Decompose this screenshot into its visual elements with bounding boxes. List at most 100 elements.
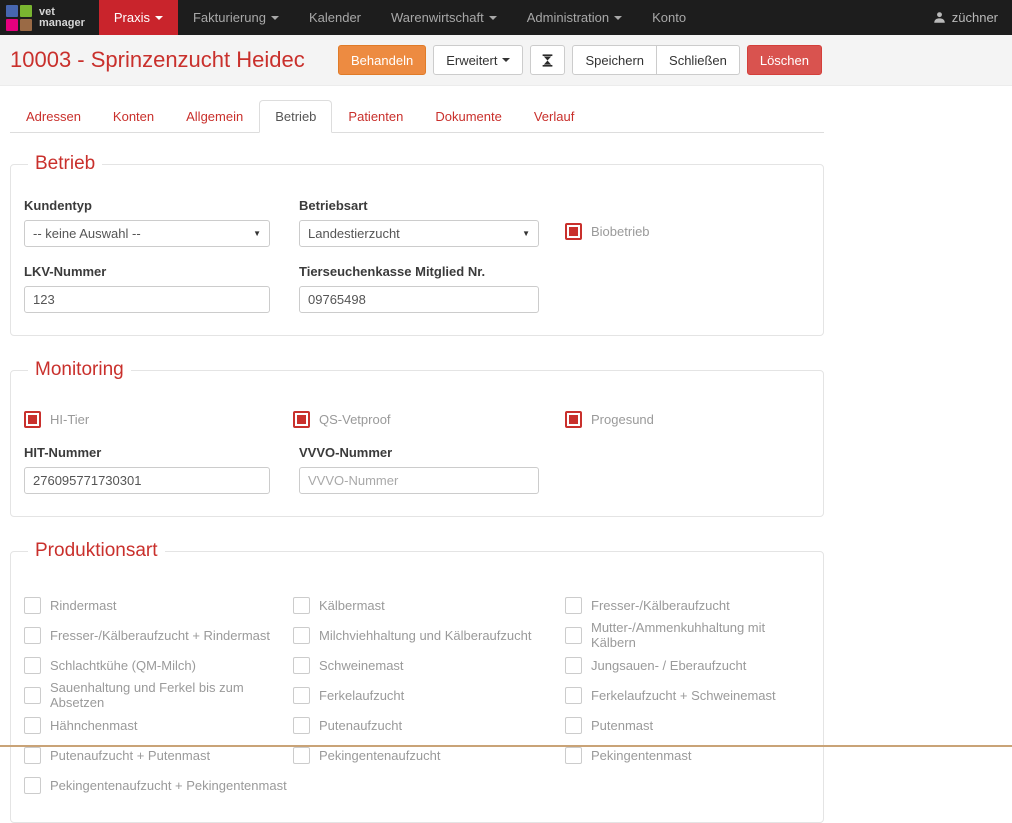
hit-nummer-input[interactable] bbox=[24, 467, 270, 494]
produktionsart-checkbox[interactable] bbox=[24, 627, 41, 644]
user-menu[interactable]: züchner bbox=[919, 0, 1012, 35]
produktionsart-section-title: Produktionsart bbox=[28, 540, 165, 562]
speichern-button[interactable]: Speichern bbox=[572, 45, 657, 75]
kundentyp-selected-value: -- keine Auswahl -- bbox=[33, 226, 141, 241]
produktionsart-checkbox[interactable] bbox=[293, 687, 310, 704]
produktionsart-checkbox[interactable] bbox=[293, 717, 310, 734]
navbar-item-label: Fakturierung bbox=[193, 10, 266, 25]
navbar-item-fakturierung[interactable]: Fakturierung bbox=[178, 0, 294, 35]
produktionsart-option: Kälbermast bbox=[293, 597, 565, 614]
navbar-item-warenwirtschaft[interactable]: Warenwirtschaft bbox=[376, 0, 512, 35]
page-title[interactable]: 10003 - Sprinzenzucht Heidec bbox=[10, 47, 305, 73]
tab-allgemein[interactable]: Allgemein bbox=[170, 100, 259, 133]
produktionsart-option: Milchviehhaltung und Kälberaufzucht bbox=[293, 627, 565, 644]
vetmanager-logo-icon bbox=[6, 5, 32, 31]
page-bottom-divider bbox=[0, 745, 1012, 747]
produktionsart-option: Ferkelaufzucht bbox=[293, 687, 565, 704]
produktionsart-checkbox-label: Schlachtkühe (QM-Milch) bbox=[50, 658, 196, 673]
produktionsart-option: Pekingentenaufzucht bbox=[293, 747, 565, 764]
produktionsart-checkbox[interactable] bbox=[565, 597, 582, 614]
produktionsart-checkbox[interactable] bbox=[565, 657, 582, 674]
produktionsart-option: Jungsauen- / Eberaufzucht bbox=[565, 657, 810, 674]
brand-text: vet manager bbox=[39, 7, 85, 29]
produktionsart-checkbox-label: Milchviehhaltung und Kälberaufzucht bbox=[319, 628, 531, 643]
chevron-down-icon bbox=[614, 16, 622, 20]
chevron-down-icon bbox=[271, 16, 279, 20]
produktionsart-option: Putenmast bbox=[565, 717, 810, 734]
kundentyp-select[interactable]: -- keine Auswahl -- ▼ bbox=[24, 220, 270, 247]
tab-betrieb[interactable]: Betrieb bbox=[259, 100, 332, 133]
navbar-item-konto[interactable]: Konto bbox=[637, 0, 701, 35]
betrieb-section: Betrieb Kundentyp -- keine Auswahl -- ▼ … bbox=[10, 153, 824, 336]
produktionsart-checkbox[interactable] bbox=[565, 747, 582, 764]
produktionsart-option: Fresser-/Kälberaufzucht bbox=[565, 597, 810, 614]
navbar-item-kalender[interactable]: Kalender bbox=[294, 0, 376, 35]
produktionsart-checkbox[interactable] bbox=[24, 657, 41, 674]
navbar-item-label: Warenwirtschaft bbox=[391, 10, 484, 25]
tierseuchenkasse-input[interactable] bbox=[299, 286, 539, 313]
produktionsart-option: Rindermast bbox=[24, 597, 293, 614]
tab-verlauf[interactable]: Verlauf bbox=[518, 100, 590, 133]
produktionsart-checkbox[interactable] bbox=[24, 777, 41, 794]
vvvo-nummer-label: VVVO-Nummer bbox=[299, 445, 565, 460]
erweitert-button[interactable]: Erweitert bbox=[433, 45, 523, 75]
qs-vetproof-checkbox[interactable] bbox=[293, 411, 310, 428]
produktionsart-checkbox[interactable] bbox=[565, 627, 582, 644]
lkv-nummer-input[interactable] bbox=[24, 286, 270, 313]
tab-adressen[interactable]: Adressen bbox=[10, 100, 97, 133]
tab-content-betrieb: Betrieb Kundentyp -- keine Auswahl -- ▼ … bbox=[10, 153, 824, 823]
produktionsart-option: Putenaufzucht bbox=[293, 717, 565, 734]
biobetrieb-checkbox[interactable] bbox=[565, 223, 582, 240]
produktionsart-checkbox[interactable] bbox=[565, 717, 582, 734]
vetmanager-logo[interactable]: vet manager bbox=[0, 0, 99, 35]
betriebsart-selected-value: Landestierzucht bbox=[308, 226, 400, 241]
monitoring-checkbox-label: Progesund bbox=[591, 412, 654, 427]
header-buttons: Behandeln Erweitert Speichern Schließen … bbox=[331, 45, 822, 75]
progesund-checkbox[interactable] bbox=[565, 411, 582, 428]
produktionsart-checkbox[interactable] bbox=[293, 657, 310, 674]
navbar-item-label: Konto bbox=[652, 10, 686, 25]
behandeln-button[interactable]: Behandeln bbox=[338, 45, 426, 75]
produktionsart-checkbox-label: Putenaufzucht bbox=[319, 718, 402, 733]
produktionsart-option: Pekingentenmast bbox=[565, 747, 810, 764]
produktionsart-checkbox[interactable] bbox=[293, 627, 310, 644]
produktionsart-option: Schweinemast bbox=[293, 657, 565, 674]
monitoring-checkbox-label: QS-Vetproof bbox=[319, 412, 391, 427]
navbar-item-label: Kalender bbox=[309, 10, 361, 25]
monitoring-option: QS-Vetproof bbox=[293, 411, 565, 428]
produktionsart-checkbox[interactable] bbox=[565, 687, 582, 704]
produktionsart-checkbox-label: Sauenhaltung und Ferkel bis zum Absetzen bbox=[50, 680, 293, 710]
hourglass-icon bbox=[541, 53, 554, 68]
produktionsart-checkbox[interactable] bbox=[24, 597, 41, 614]
monitoring-option: Progesund bbox=[565, 411, 654, 428]
produktionsart-option: Putenaufzucht + Putenmast bbox=[24, 747, 293, 764]
chevron-down-icon bbox=[155, 16, 163, 20]
produktionsart-option: Mutter-/Ammenkuhhaltung mit Kälbern bbox=[565, 620, 810, 650]
produktionsart-checkbox[interactable] bbox=[293, 747, 310, 764]
loeschen-button[interactable]: Löschen bbox=[747, 45, 822, 75]
hourglass-button[interactable] bbox=[530, 45, 565, 75]
tab-konten[interactable]: Konten bbox=[97, 100, 170, 133]
produktionsart-checkbox[interactable] bbox=[24, 717, 41, 734]
produktionsart-checkbox-label: Rindermast bbox=[50, 598, 116, 613]
schliessen-button[interactable]: Schließen bbox=[657, 45, 740, 75]
produktionsart-checkbox-label: Fresser-/Kälberaufzucht bbox=[591, 598, 730, 613]
hit-nummer-label: HIT-Nummer bbox=[24, 445, 299, 460]
produktionsart-checkbox[interactable] bbox=[24, 687, 41, 704]
betriebsart-select[interactable]: Landestierzucht ▼ bbox=[299, 220, 539, 247]
hi-tier-checkbox[interactable] bbox=[24, 411, 41, 428]
vvvo-nummer-input[interactable] bbox=[299, 467, 539, 494]
tab-dokumente[interactable]: Dokumente bbox=[419, 100, 517, 133]
produktionsart-checkbox[interactable] bbox=[293, 597, 310, 614]
produktionsart-checkbox-label: Schweinemast bbox=[319, 658, 404, 673]
produktionsart-checkbox-label: Pekingentenaufzucht + Pekingentenmast bbox=[50, 778, 287, 793]
navbar-item-administration[interactable]: Administration bbox=[512, 0, 637, 35]
navbar-item-praxis[interactable]: Praxis bbox=[99, 0, 178, 35]
produktionsart-checkbox[interactable] bbox=[24, 747, 41, 764]
produktionsart-option: Hähnchenmast bbox=[24, 717, 293, 734]
produktionsart-checkbox-label: Ferkelaufzucht + Schweinemast bbox=[591, 688, 776, 703]
tab-patienten[interactable]: Patienten bbox=[332, 100, 419, 133]
produktionsart-checkbox-label: Putenmast bbox=[591, 718, 653, 733]
chevron-down-icon: ▼ bbox=[522, 229, 530, 238]
kundentyp-label: Kundentyp bbox=[24, 198, 299, 213]
